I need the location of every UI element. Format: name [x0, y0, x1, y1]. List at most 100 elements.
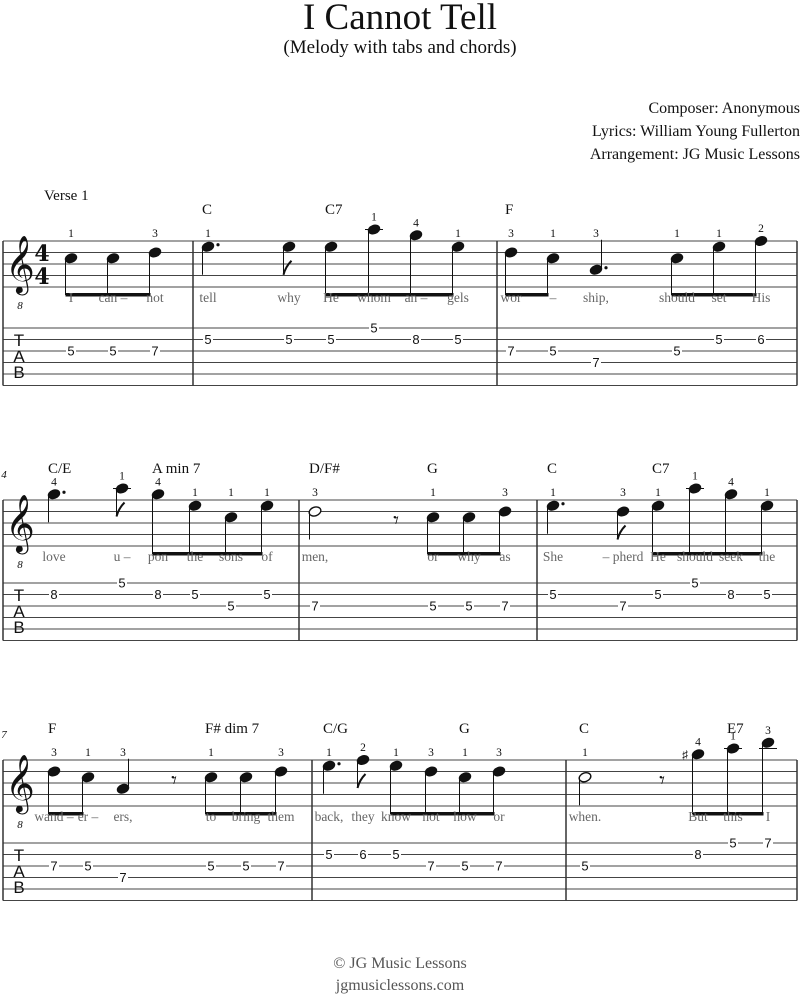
tab-fret-number: 7 — [50, 859, 57, 874]
fingering-number: 3 — [428, 747, 434, 759]
tab-label-b: B — [13, 363, 24, 382]
chord-symbol: C/E — [48, 461, 71, 477]
notehead — [260, 500, 274, 511]
fingering-number: 3 — [502, 487, 508, 499]
lyric-syllable: to — [206, 809, 217, 824]
lyric-syllable: back, — [315, 809, 344, 824]
tab-fret-number: 5 — [109, 344, 116, 359]
chord-symbol: G — [459, 721, 470, 737]
lyric-syllable: bring — [232, 809, 261, 824]
fingering-number: 1 — [716, 228, 722, 240]
notehead — [224, 512, 238, 523]
lyric-syllable: sons — [219, 549, 243, 564]
notehead — [726, 743, 740, 754]
lyric-syllable: should — [659, 290, 695, 305]
notehead — [712, 241, 726, 252]
tab-fret-number: 8 — [154, 587, 161, 602]
notehead — [115, 483, 129, 494]
dot — [561, 502, 565, 506]
chord-symbol: F — [48, 721, 56, 737]
notehead — [504, 247, 518, 258]
notehead — [761, 737, 775, 748]
chord-symbol: C — [547, 461, 557, 477]
measure-3 — [504, 236, 768, 369]
eighth-flag — [616, 524, 627, 540]
notehead — [451, 241, 465, 252]
tab-fret-number: 5 — [263, 587, 270, 602]
tab-fret-number: 5 — [325, 847, 332, 862]
fingering-number: 1 — [455, 228, 461, 240]
lyric-syllable: the — [187, 549, 204, 564]
lyric-syllable: why — [457, 549, 480, 564]
notehead — [498, 506, 512, 517]
fingering-number: 1 — [228, 487, 234, 499]
notehead — [724, 489, 738, 500]
note-beam — [152, 552, 263, 556]
dot — [62, 490, 66, 494]
measure-number: 4 — [1, 469, 7, 481]
lyric-syllable: them — [268, 809, 295, 824]
lyric-syllable: or — [493, 809, 505, 824]
website-link[interactable]: jgmusiclessons.com — [0, 975, 800, 997]
lyric-syllable: – pherd — [602, 549, 644, 564]
lyric-syllable: He — [323, 290, 339, 305]
notehead — [322, 760, 336, 771]
notehead — [754, 236, 768, 246]
measure-9 — [578, 737, 777, 873]
tab-fret-number: 5 — [392, 847, 399, 862]
tab-fret-number: 5 — [227, 599, 234, 614]
lyric-syllable: wor — [501, 290, 522, 305]
tab-fret-number: 5 — [673, 344, 680, 359]
fingering-number: 4 — [728, 476, 734, 488]
notehead — [204, 772, 218, 783]
tab-fret-number: 7 — [764, 836, 771, 851]
fingering-number: 1 — [326, 747, 332, 759]
tab-fret-number: 8 — [412, 332, 419, 347]
tab-fret-number: 7 — [151, 344, 158, 359]
notehead — [492, 766, 506, 777]
tab-fret-number: 5 — [204, 332, 211, 347]
fingering-number: 1 — [550, 487, 556, 499]
fingering-number: 1 — [85, 747, 91, 759]
fingering-number: 3 — [152, 228, 158, 240]
lyric-syllable: men, — [302, 549, 329, 564]
fingering-number: 4 — [695, 736, 701, 748]
notehead — [148, 247, 162, 258]
lyric-syllable: er – — [78, 809, 99, 824]
tab-fret-number: 5 — [327, 332, 334, 347]
lyric-syllable: He — [650, 549, 666, 564]
lyric-syllable: u – — [114, 549, 131, 564]
tab-fret-number: 5 — [763, 587, 770, 602]
notehead — [308, 506, 322, 517]
lyric-syllable: wand – — [34, 809, 74, 824]
tab-fret-number: 6 — [757, 332, 764, 347]
lyric-syllable: His — [752, 290, 771, 305]
fingering-number: 3 — [508, 228, 514, 240]
sharp-icon: ♯ — [682, 749, 688, 761]
tab-fret-number: 5 — [67, 344, 74, 359]
chord-symbol: C7 — [325, 202, 343, 218]
notehead — [274, 766, 288, 777]
tab-fret-number: 5 — [118, 576, 125, 591]
lyric-syllable: gels — [447, 290, 469, 305]
dot — [337, 762, 341, 766]
fingering-number: 3 — [51, 747, 57, 759]
footer: © JG Music Lessons jgmusiclessons.com — [0, 953, 800, 997]
tab-fret-number: 6 — [359, 847, 366, 862]
tab-fret-number: 5 — [84, 859, 91, 874]
lyric-syllable: they — [351, 809, 374, 824]
tab-fret-number: 7 — [427, 859, 434, 874]
notehead — [47, 489, 61, 500]
tab-fret-number: 5 — [285, 332, 292, 347]
notehead — [458, 772, 472, 783]
fingering-number: 3 — [620, 487, 626, 499]
time-signature-denominator: 4 — [34, 264, 49, 290]
lyric-syllable: – — [549, 290, 557, 305]
notehead — [324, 241, 338, 252]
chord-symbol: C7 — [652, 461, 670, 477]
notehead — [151, 489, 165, 500]
chord-symbol: C — [202, 202, 212, 218]
fingering-number: 3 — [120, 747, 126, 759]
fingering-number: 2 — [758, 223, 764, 235]
treble-clef-8vb-icon: 𝄞 — [5, 494, 35, 555]
